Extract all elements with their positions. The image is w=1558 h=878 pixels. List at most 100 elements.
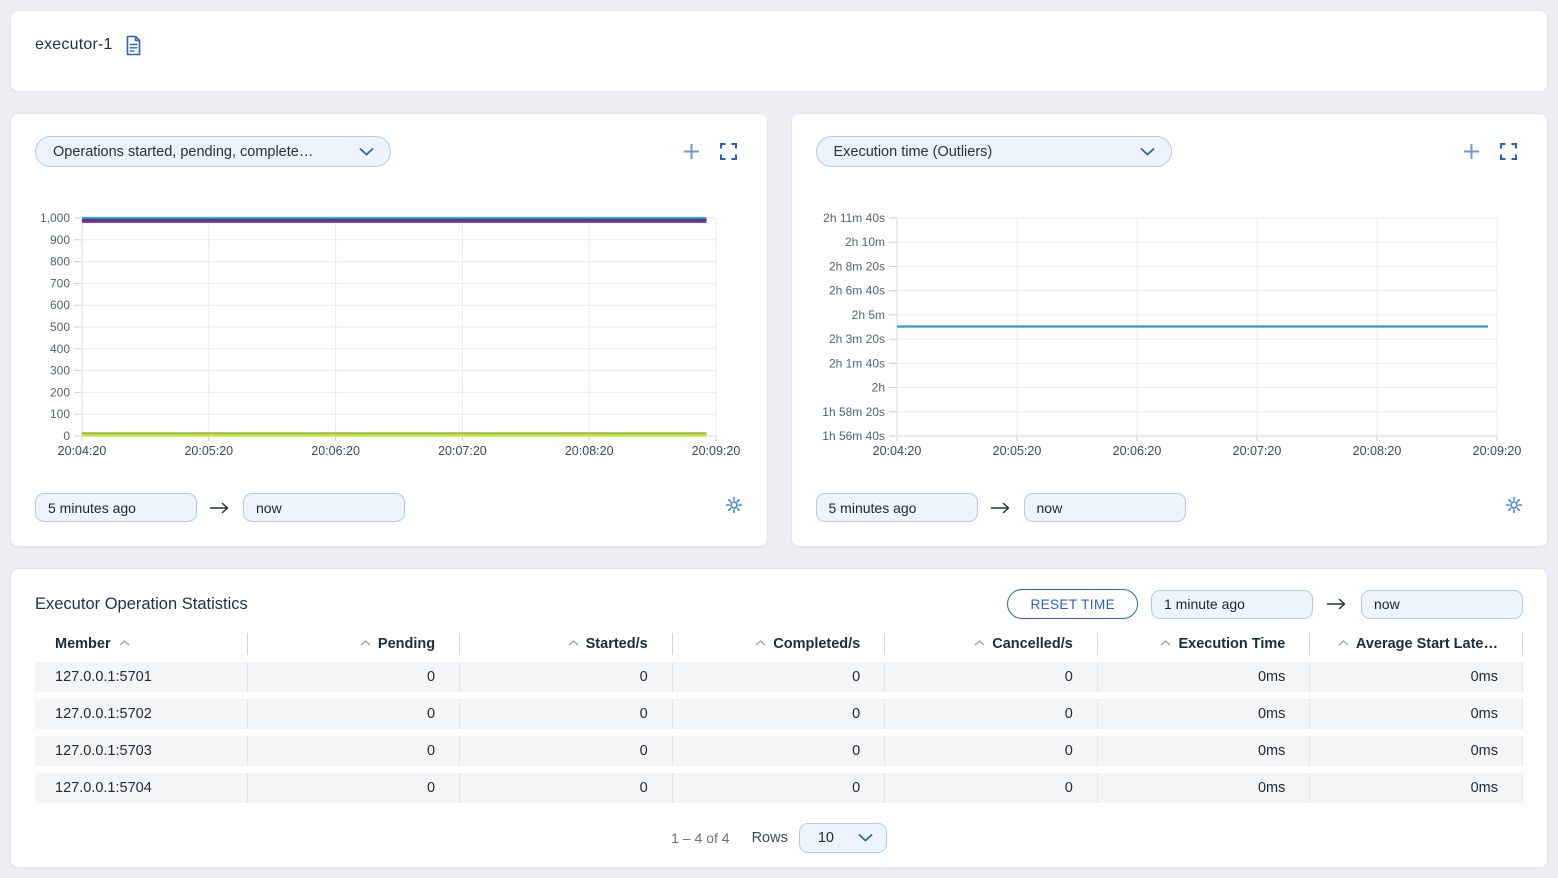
svg-text:2h 6m 40s: 2h 6m 40s (828, 284, 884, 298)
rows-per-page-select[interactable]: 10 (799, 823, 887, 853)
metric-selector[interactable]: Execution time (Outliers) (816, 136, 1172, 167)
chart-time-range (816, 493, 1524, 522)
arrow-right-icon (209, 501, 231, 515)
sort-caret-icon (119, 640, 130, 646)
statistics-header: Executor Operation Statistics RESET TIME (35, 589, 1523, 619)
value-cell: 0 (460, 773, 673, 803)
table-header-row: Member Pending Started/s Completed/sCancell… (35, 633, 1523, 655)
svg-text:2h 11m 40s: 2h 11m 40s (823, 211, 885, 225)
operations-line-chart: 1,000900800700600500400300200100020:04:2… (35, 211, 743, 462)
add-chart-icon[interactable] (682, 142, 701, 161)
svg-text:1h 56m 40s: 1h 56m 40s (822, 429, 885, 443)
pagination: 1 – 4 of 4 Rows 10 (35, 823, 1523, 853)
chart-time-range (35, 493, 743, 522)
rows-per-page-label: Rows (752, 830, 788, 846)
stats-time-from-input[interactable] (1151, 590, 1313, 619)
chart-canvas: 2h 11m 40s 2h 10m 2h 8m 20s 2h 6m 40s 2h 5m 2… (816, 211, 1524, 462)
metric-selector[interactable]: Operations started, pending, complete… (35, 136, 391, 167)
arrow-right-icon (1326, 597, 1348, 611)
settings-gear-icon[interactable] (1505, 496, 1523, 519)
value-cell: 0 (460, 662, 673, 692)
chart-actions (682, 142, 743, 161)
sort-caret-icon (974, 640, 985, 646)
svg-text:2h 8m 20s: 2h 8m 20s (828, 259, 884, 273)
value-cell: 0ms (1098, 736, 1311, 766)
value-cell: 0ms (1310, 699, 1523, 729)
column-header-completed-s[interactable]: Completed/s (673, 633, 886, 655)
column-header-execution-time[interactable]: Execution Time (1098, 633, 1311, 655)
value-cell: 0 (673, 662, 886, 692)
table-body: 127.0.0.1:570100000ms0ms127.0.0.1:570200… (35, 662, 1523, 803)
svg-text:20:07:20: 20:07:20 (1232, 444, 1281, 458)
column-header-pending[interactable]: Pending (248, 633, 461, 655)
pagination-range: 1 – 4 of 4 (671, 830, 729, 846)
column-label: Average Start Late… (1356, 636, 1498, 652)
time-to-input[interactable] (1024, 493, 1186, 522)
chevron-down-icon (359, 148, 374, 156)
table-row: 127.0.0.1:570300000ms0ms (35, 736, 1523, 766)
executor-statistics-card: Executor Operation Statistics RESET TIME… (10, 568, 1548, 868)
time-to-input[interactable] (243, 493, 405, 522)
column-header-average-start-late[interactable]: Average Start Late… (1310, 633, 1523, 655)
svg-text:800: 800 (50, 255, 70, 269)
stats-time-to-input[interactable] (1361, 590, 1523, 619)
statistics-title: Executor Operation Statistics (35, 595, 248, 614)
rows-per-page-value: 10 (818, 830, 834, 846)
svg-text:100: 100 (50, 407, 70, 421)
svg-text:20:08:20: 20:08:20 (565, 444, 614, 458)
time-from-input[interactable] (35, 493, 197, 522)
add-chart-icon[interactable] (1462, 142, 1481, 161)
table-head: Member Pending Started/s Completed/sCancell… (35, 633, 1523, 655)
document-icon[interactable] (124, 35, 143, 56)
fullscreen-icon[interactable] (720, 143, 737, 160)
chart-actions (1462, 142, 1523, 161)
sort-caret-icon (1338, 640, 1349, 646)
svg-text:20:06:20: 20:06:20 (311, 444, 360, 458)
fullscreen-icon[interactable] (1500, 143, 1517, 160)
value-cell: 0 (885, 736, 1098, 766)
svg-text:0: 0 (63, 429, 70, 443)
statistics-table: Member Pending Started/s Completed/sCancell… (35, 626, 1523, 810)
column-header-member[interactable]: Member (35, 633, 248, 655)
column-label: Started/s (586, 636, 648, 652)
svg-text:2h 10m: 2h 10m (844, 235, 884, 249)
column-label: Pending (378, 636, 435, 652)
svg-text:20:04:20: 20:04:20 (872, 444, 921, 458)
time-from-input[interactable] (816, 493, 978, 522)
svg-text:300: 300 (50, 364, 70, 378)
member-cell: 127.0.0.1:5702 (35, 699, 248, 729)
value-cell: 0ms (1098, 773, 1311, 803)
entity-title: executor-1 (35, 35, 113, 55)
svg-text:400: 400 (50, 342, 70, 356)
value-cell: 0ms (1098, 699, 1311, 729)
svg-text:900: 900 (50, 233, 70, 247)
svg-text:2h 5m: 2h 5m (851, 308, 884, 322)
value-cell: 0 (673, 736, 886, 766)
sort-caret-icon (755, 640, 766, 646)
value-cell: 0ms (1310, 736, 1523, 766)
member-cell: 127.0.0.1:5703 (35, 736, 248, 766)
value-cell: 0 (460, 736, 673, 766)
value-cell: 0 (885, 662, 1098, 692)
column-header-started-s[interactable]: Started/s (460, 633, 673, 655)
svg-text:20:05:20: 20:05:20 (992, 444, 1041, 458)
svg-text:1,000: 1,000 (40, 211, 70, 225)
chevron-down-icon (858, 834, 873, 842)
member-cell: 127.0.0.1:5701 (35, 662, 248, 692)
value-cell: 0 (885, 773, 1098, 803)
svg-text:500: 500 (50, 320, 70, 334)
reset-time-button[interactable]: RESET TIME (1007, 589, 1138, 619)
chevron-down-icon (1140, 148, 1155, 156)
svg-text:600: 600 (50, 298, 70, 312)
svg-text:2h 1m 40s: 2h 1m 40s (828, 356, 884, 370)
column-label: Member (55, 636, 111, 652)
svg-text:1h 58m 20s: 1h 58m 20s (822, 405, 885, 419)
metric-selector-label: Execution time (Outliers) (834, 144, 993, 160)
svg-text:20:04:20: 20:04:20 (58, 444, 107, 458)
execution-time-line-chart: 2h 11m 40s 2h 10m 2h 8m 20s 2h 6m 40s 2h 5m 2… (816, 211, 1524, 462)
chart-header: Operations started, pending, complete… (35, 136, 743, 167)
svg-text:20:08:20: 20:08:20 (1352, 444, 1401, 458)
settings-gear-icon[interactable] (725, 496, 743, 519)
charts-row: Operations started, pending, complete… 1… (10, 113, 1548, 547)
column-header-cancelled-s[interactable]: Cancelled/s (885, 633, 1098, 655)
